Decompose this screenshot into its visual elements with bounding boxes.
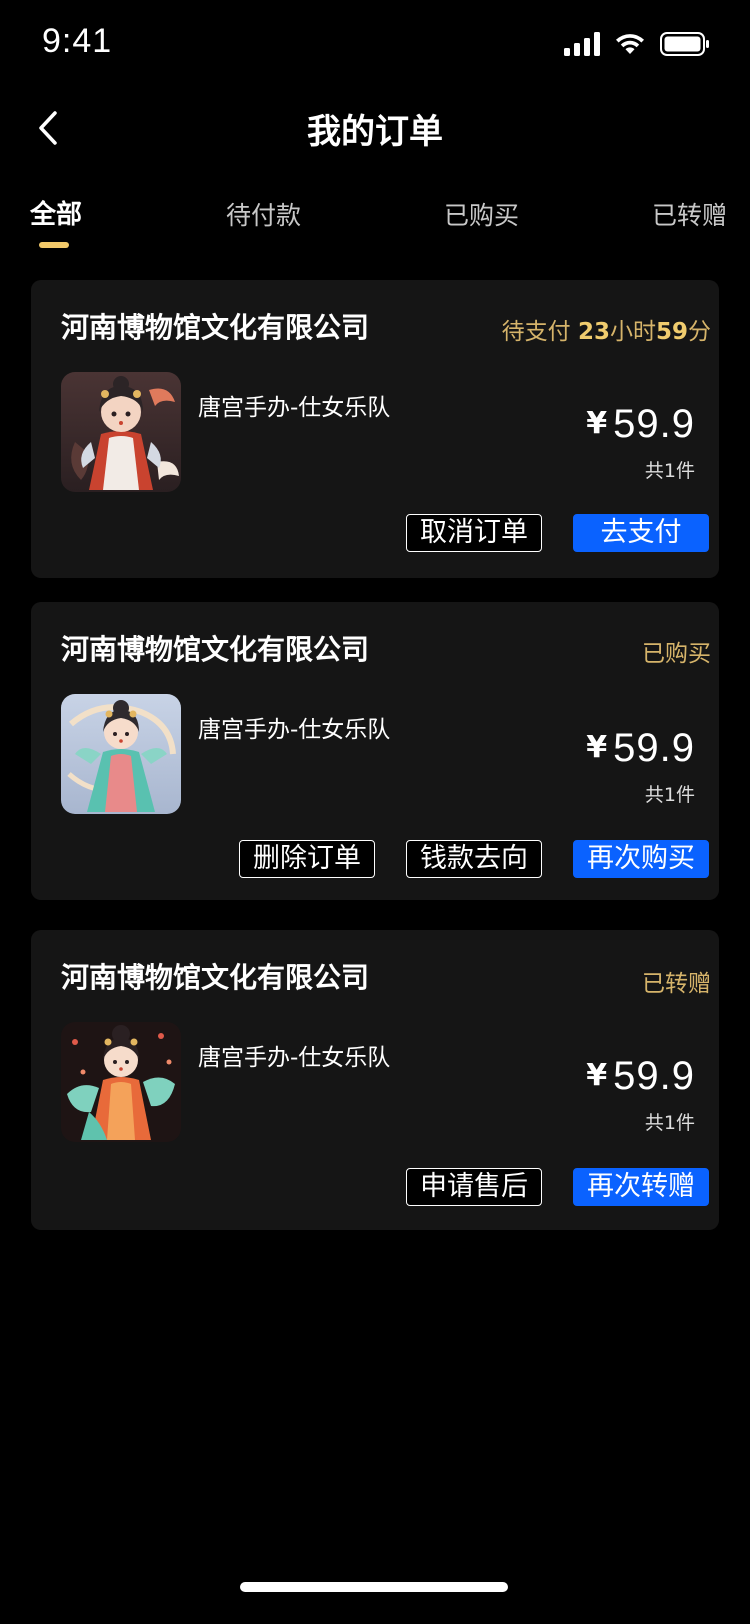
- tab-all[interactable]: 全部: [30, 194, 82, 231]
- tab-gifted[interactable]: 已转赠: [652, 196, 727, 232]
- cancel-order-button[interactable]: 取消订单: [406, 514, 542, 552]
- price-amount: 59.9: [613, 1054, 695, 1098]
- status-label: 待支付: [501, 319, 578, 345]
- countdown-minutes: 59: [655, 319, 688, 345]
- price: ¥59.9: [586, 402, 695, 447]
- pay-button[interactable]: 去支付: [573, 514, 709, 552]
- status-icons: [564, 30, 710, 58]
- order-status: 待支付 23小时59分: [502, 312, 711, 346]
- countdown-hours-unit: 小时: [609, 319, 656, 345]
- after-sales-button[interactable]: 申请售后: [406, 1168, 542, 1206]
- nav-bar: 我的订单: [0, 90, 750, 166]
- price-amount: 59.9: [613, 402, 695, 446]
- delete-order-button[interactable]: 删除订单: [239, 840, 375, 878]
- item-count: 共1件: [644, 1112, 695, 1134]
- buy-again-button[interactable]: 再次购买: [573, 840, 709, 878]
- signal-icon: [564, 32, 600, 56]
- item-count: 共1件: [644, 784, 695, 806]
- price: ¥59.9: [586, 726, 695, 771]
- product-name: 唐宫手办-仕女乐队: [198, 717, 391, 743]
- tab-purchased[interactable]: 已购买: [444, 196, 519, 232]
- product-image[interactable]: [61, 1022, 181, 1142]
- countdown-minutes-unit: 分: [688, 319, 711, 345]
- currency-symbol: ¥: [586, 1058, 608, 1093]
- shop-name: 河南博物馆文化有限公司: [61, 311, 370, 344]
- price-amount: 59.9: [613, 726, 695, 770]
- status-bar: 9:41: [0, 0, 750, 90]
- home-indicator[interactable]: [240, 1582, 508, 1592]
- gift-again-button[interactable]: 再次转赠: [573, 1168, 709, 1206]
- active-tab-indicator: [39, 242, 69, 248]
- page-title: 我的订单: [307, 112, 443, 152]
- refund-status-button[interactable]: 钱款去向: [406, 840, 542, 878]
- product-name: 唐宫手办-仕女乐队: [198, 395, 391, 421]
- status-time: 9:41: [42, 22, 113, 60]
- shop-name: 河南博物馆文化有限公司: [61, 633, 370, 666]
- order-card: 河南博物馆文化有限公司 已购买 唐宫手办-仕女乐队 ¥ 59.9 共1件 删除订…: [31, 602, 719, 900]
- battery-icon: [660, 32, 709, 56]
- product-name: 唐宫手办-仕女乐队: [198, 1045, 391, 1071]
- order-status: 已转赠: [642, 971, 711, 997]
- price: ¥59.9: [586, 1054, 695, 1099]
- product-image[interactable]: [61, 694, 181, 814]
- shop-name: 河南博物馆文化有限公司: [61, 961, 370, 994]
- order-tabs: 全部 待付款 已购买 已转赠: [0, 186, 750, 256]
- order-status: 已购买: [642, 641, 711, 667]
- currency-symbol: ¥: [586, 730, 608, 765]
- product-image[interactable]: [61, 372, 181, 492]
- currency-symbol: ¥: [586, 406, 608, 441]
- item-count: 共1件: [644, 460, 695, 482]
- order-card: 河南博物馆文化有限公司 待支付 23小时59分 唐宫手办-仕女乐队 ¥ 59.9…: [31, 280, 719, 578]
- tab-pending-payment[interactable]: 待付款: [226, 196, 301, 232]
- wifi-icon: [616, 34, 644, 54]
- countdown-hours: 23: [577, 319, 610, 345]
- order-card: 河南博物馆文化有限公司 已转赠 唐宫手办-仕女乐队 ¥59.9 共1件 申请售后: [31, 930, 719, 1230]
